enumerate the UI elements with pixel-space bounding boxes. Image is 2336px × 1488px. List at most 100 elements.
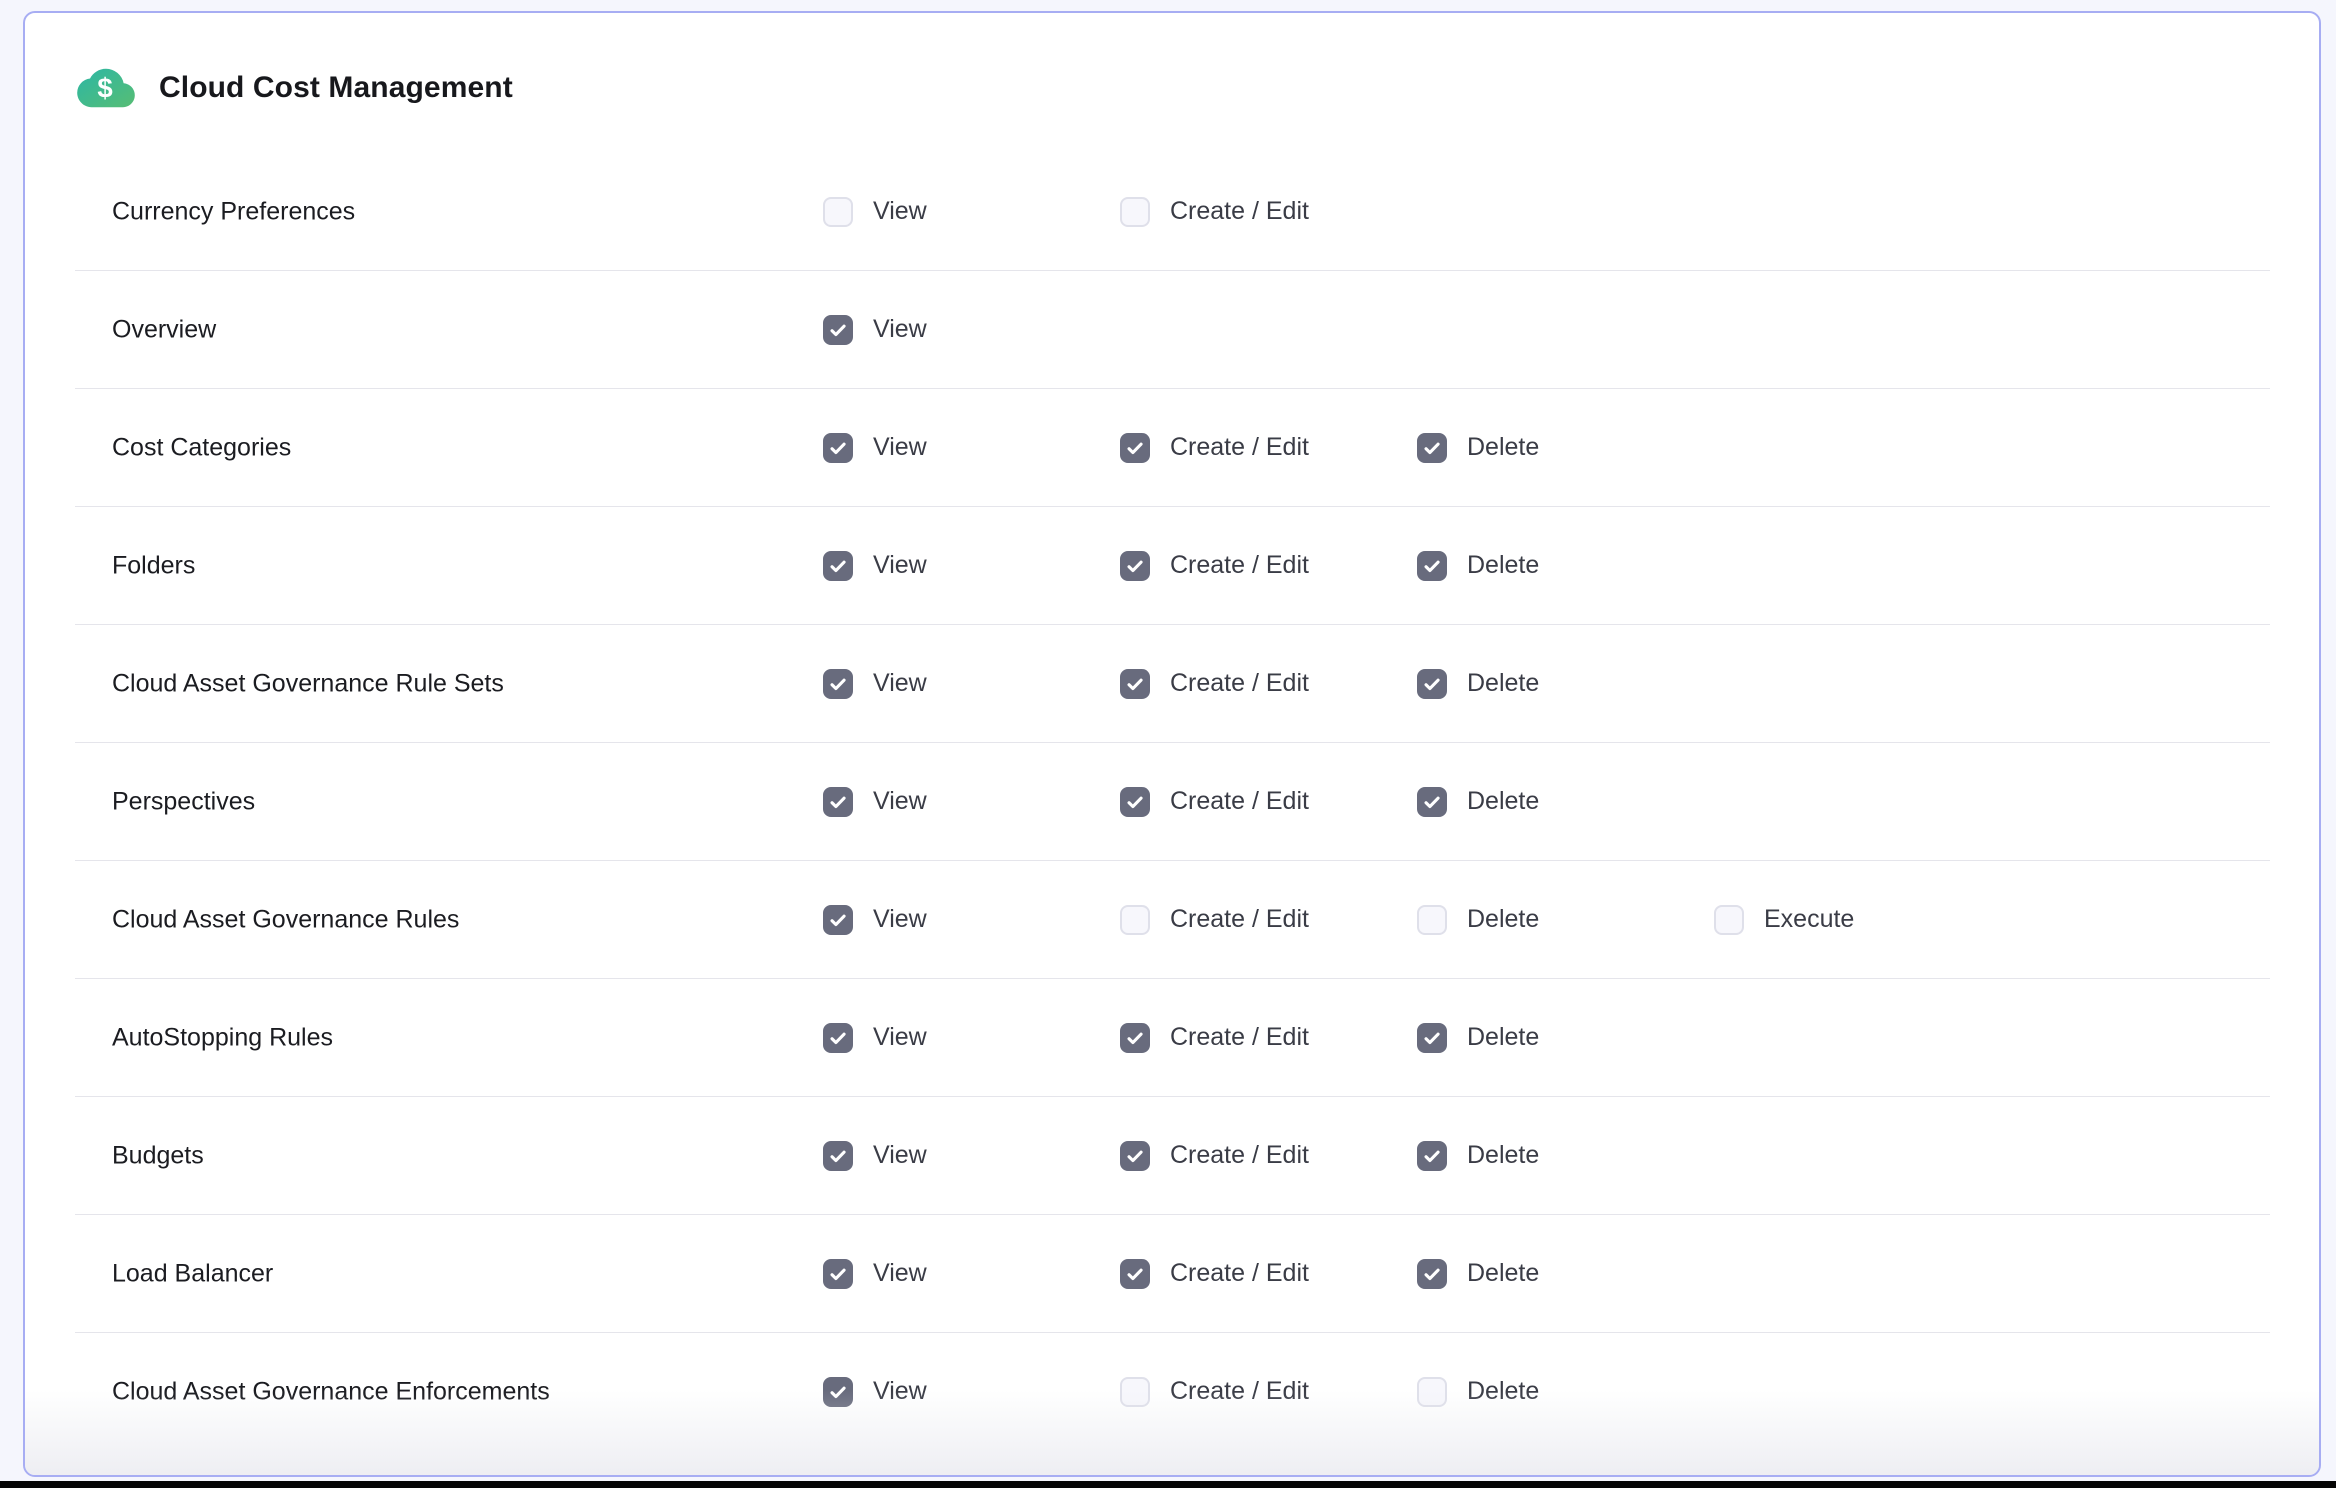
permission-cell: Delete [1417, 551, 1539, 581]
permission-cell: Delete [1417, 1141, 1539, 1171]
permission-row-currency-preferences: Currency Preferences View Create / Edit [75, 153, 2270, 271]
resource-label: Currency Preferences [112, 197, 355, 226]
permission-rows: Currency Preferences View Create / Edit Ove… [75, 153, 2270, 1450]
permission-cell: View [823, 1141, 927, 1171]
permission-label: View [873, 551, 927, 580]
permission-label: Delete [1467, 433, 1539, 462]
permission-label: Create / Edit [1170, 197, 1309, 226]
checkbox-cloud-asset-governance-rules-view[interactable] [823, 905, 853, 935]
checkbox-load-balancer-view[interactable] [823, 1259, 853, 1289]
checkbox-load-balancer-create-edit[interactable] [1120, 1259, 1150, 1289]
checkbox-budgets-create-edit[interactable] [1120, 1141, 1150, 1171]
permission-cell: Create / Edit [1120, 669, 1309, 699]
checkbox-perspectives-create-edit[interactable] [1120, 787, 1150, 817]
permission-label: Create / Edit [1170, 905, 1309, 934]
permission-label: Delete [1467, 1023, 1539, 1052]
checkbox-overview-view[interactable] [823, 315, 853, 345]
checkbox-currency-preferences-create-edit[interactable] [1120, 197, 1150, 227]
checkbox-folders-view[interactable] [823, 551, 853, 581]
resource-label: Overview [112, 315, 216, 344]
checkbox-folders-create-edit[interactable] [1120, 551, 1150, 581]
permission-cell: Delete [1417, 905, 1539, 935]
checkbox-cloud-asset-governance-enforcements-delete[interactable] [1417, 1377, 1447, 1407]
checkbox-perspectives-view[interactable] [823, 787, 853, 817]
permission-cell: Create / Edit [1120, 905, 1309, 935]
checkbox-autostopping-rules-create-edit[interactable] [1120, 1023, 1150, 1053]
checkbox-budgets-delete[interactable] [1417, 1141, 1447, 1171]
checkbox-cloud-asset-governance-rule-sets-create-edit[interactable] [1120, 669, 1150, 699]
permission-label: Delete [1467, 905, 1539, 934]
permission-cell: Create / Edit [1120, 1141, 1309, 1171]
permission-label: View [873, 669, 927, 698]
permission-cell: Delete [1417, 1259, 1539, 1289]
permission-cell: View [823, 1259, 927, 1289]
permission-cell: View [823, 433, 927, 463]
module-header: $ Cloud Cost Management [77, 57, 513, 119]
permission-label: View [873, 787, 927, 816]
permission-cell: View [823, 315, 927, 345]
checkbox-autostopping-rules-delete[interactable] [1417, 1023, 1447, 1053]
resource-label: Load Balancer [112, 1259, 273, 1288]
checkbox-budgets-view[interactable] [823, 1141, 853, 1171]
permission-cell: Create / Edit [1120, 1259, 1309, 1289]
permission-cell: Create / Edit [1120, 551, 1309, 581]
permission-cell: Create / Edit [1120, 1023, 1309, 1053]
resource-label: Cost Categories [112, 433, 291, 462]
permission-row-overview: Overview View [75, 271, 2270, 389]
permission-label: Create / Edit [1170, 787, 1309, 816]
permission-cell: View [823, 1377, 927, 1407]
checkbox-autostopping-rules-view[interactable] [823, 1023, 853, 1053]
permission-cell: View [823, 551, 927, 581]
permission-label: Create / Edit [1170, 669, 1309, 698]
permission-label: Create / Edit [1170, 433, 1309, 462]
checkbox-cloud-asset-governance-enforcements-view[interactable] [823, 1377, 853, 1407]
permission-cell: View [823, 787, 927, 817]
permission-label: View [873, 197, 927, 226]
permission-cell: Create / Edit [1120, 787, 1309, 817]
resource-label: Budgets [112, 1141, 204, 1170]
module-title: Cloud Cost Management [159, 71, 513, 105]
permission-label: Delete [1467, 1377, 1539, 1406]
checkbox-cloud-asset-governance-rules-create-edit[interactable] [1120, 905, 1150, 935]
checkbox-load-balancer-delete[interactable] [1417, 1259, 1447, 1289]
permission-cell: Execute [1714, 905, 1854, 935]
checkbox-cloud-asset-governance-rule-sets-view[interactable] [823, 669, 853, 699]
permission-label: Execute [1764, 905, 1854, 934]
checkbox-perspectives-delete[interactable] [1417, 787, 1447, 817]
permission-cell: Create / Edit [1120, 433, 1309, 463]
permission-label: Delete [1467, 551, 1539, 580]
permission-cell: Delete [1417, 669, 1539, 699]
permission-cell: Delete [1417, 1023, 1539, 1053]
permission-row-cloud-asset-governance-rules: Cloud Asset Governance Rules View Create /… [75, 861, 2270, 979]
resource-label: Cloud Asset Governance Rules [112, 905, 459, 934]
resource-label: Folders [112, 551, 195, 580]
permissions-panel: $ Cloud Cost Management Currency Prefere… [23, 11, 2321, 1477]
permission-label: Delete [1467, 669, 1539, 698]
permission-row-perspectives: PerspectivesViewCreate / EditDelete [75, 743, 2270, 861]
checkbox-folders-delete[interactable] [1417, 551, 1447, 581]
svg-text:$: $ [97, 72, 112, 103]
permission-cell: Create / Edit [1120, 197, 1309, 227]
permission-row-autostopping-rules: AutoStopping RulesViewCreate / EditDelet… [75, 979, 2270, 1097]
checkbox-cost-categories-create-edit[interactable] [1120, 433, 1150, 463]
permission-label: View [873, 905, 927, 934]
checkbox-cloud-asset-governance-rules-delete[interactable] [1417, 905, 1447, 935]
checkbox-currency-preferences-view[interactable] [823, 197, 853, 227]
checkbox-cloud-asset-governance-rule-sets-delete[interactable] [1417, 669, 1447, 699]
checkbox-cloud-asset-governance-enforcements-create-edit[interactable] [1120, 1377, 1150, 1407]
permission-row-load-balancer: Load Balancer View Create / Edit Delete [75, 1215, 2270, 1333]
permission-label: Create / Edit [1170, 1023, 1309, 1052]
permission-label: Create / Edit [1170, 1377, 1309, 1406]
permission-label: Delete [1467, 1141, 1539, 1170]
permission-label: Delete [1467, 1259, 1539, 1288]
permission-label: View [873, 1259, 927, 1288]
permission-row-cloud-asset-governance-enforcements: Cloud Asset Governance EnforcementsViewC… [75, 1333, 2270, 1450]
screen: $ Cloud Cost Management Currency Prefere… [0, 0, 2336, 1488]
checkbox-cost-categories-delete[interactable] [1417, 433, 1447, 463]
checkbox-cloud-asset-governance-rules-execute[interactable] [1714, 905, 1744, 935]
permission-cell: Delete [1417, 1377, 1539, 1407]
resource-label: AutoStopping Rules [112, 1023, 333, 1052]
permission-cell: Delete [1417, 787, 1539, 817]
checkbox-cost-categories-view[interactable] [823, 433, 853, 463]
permission-label: Delete [1467, 787, 1539, 816]
